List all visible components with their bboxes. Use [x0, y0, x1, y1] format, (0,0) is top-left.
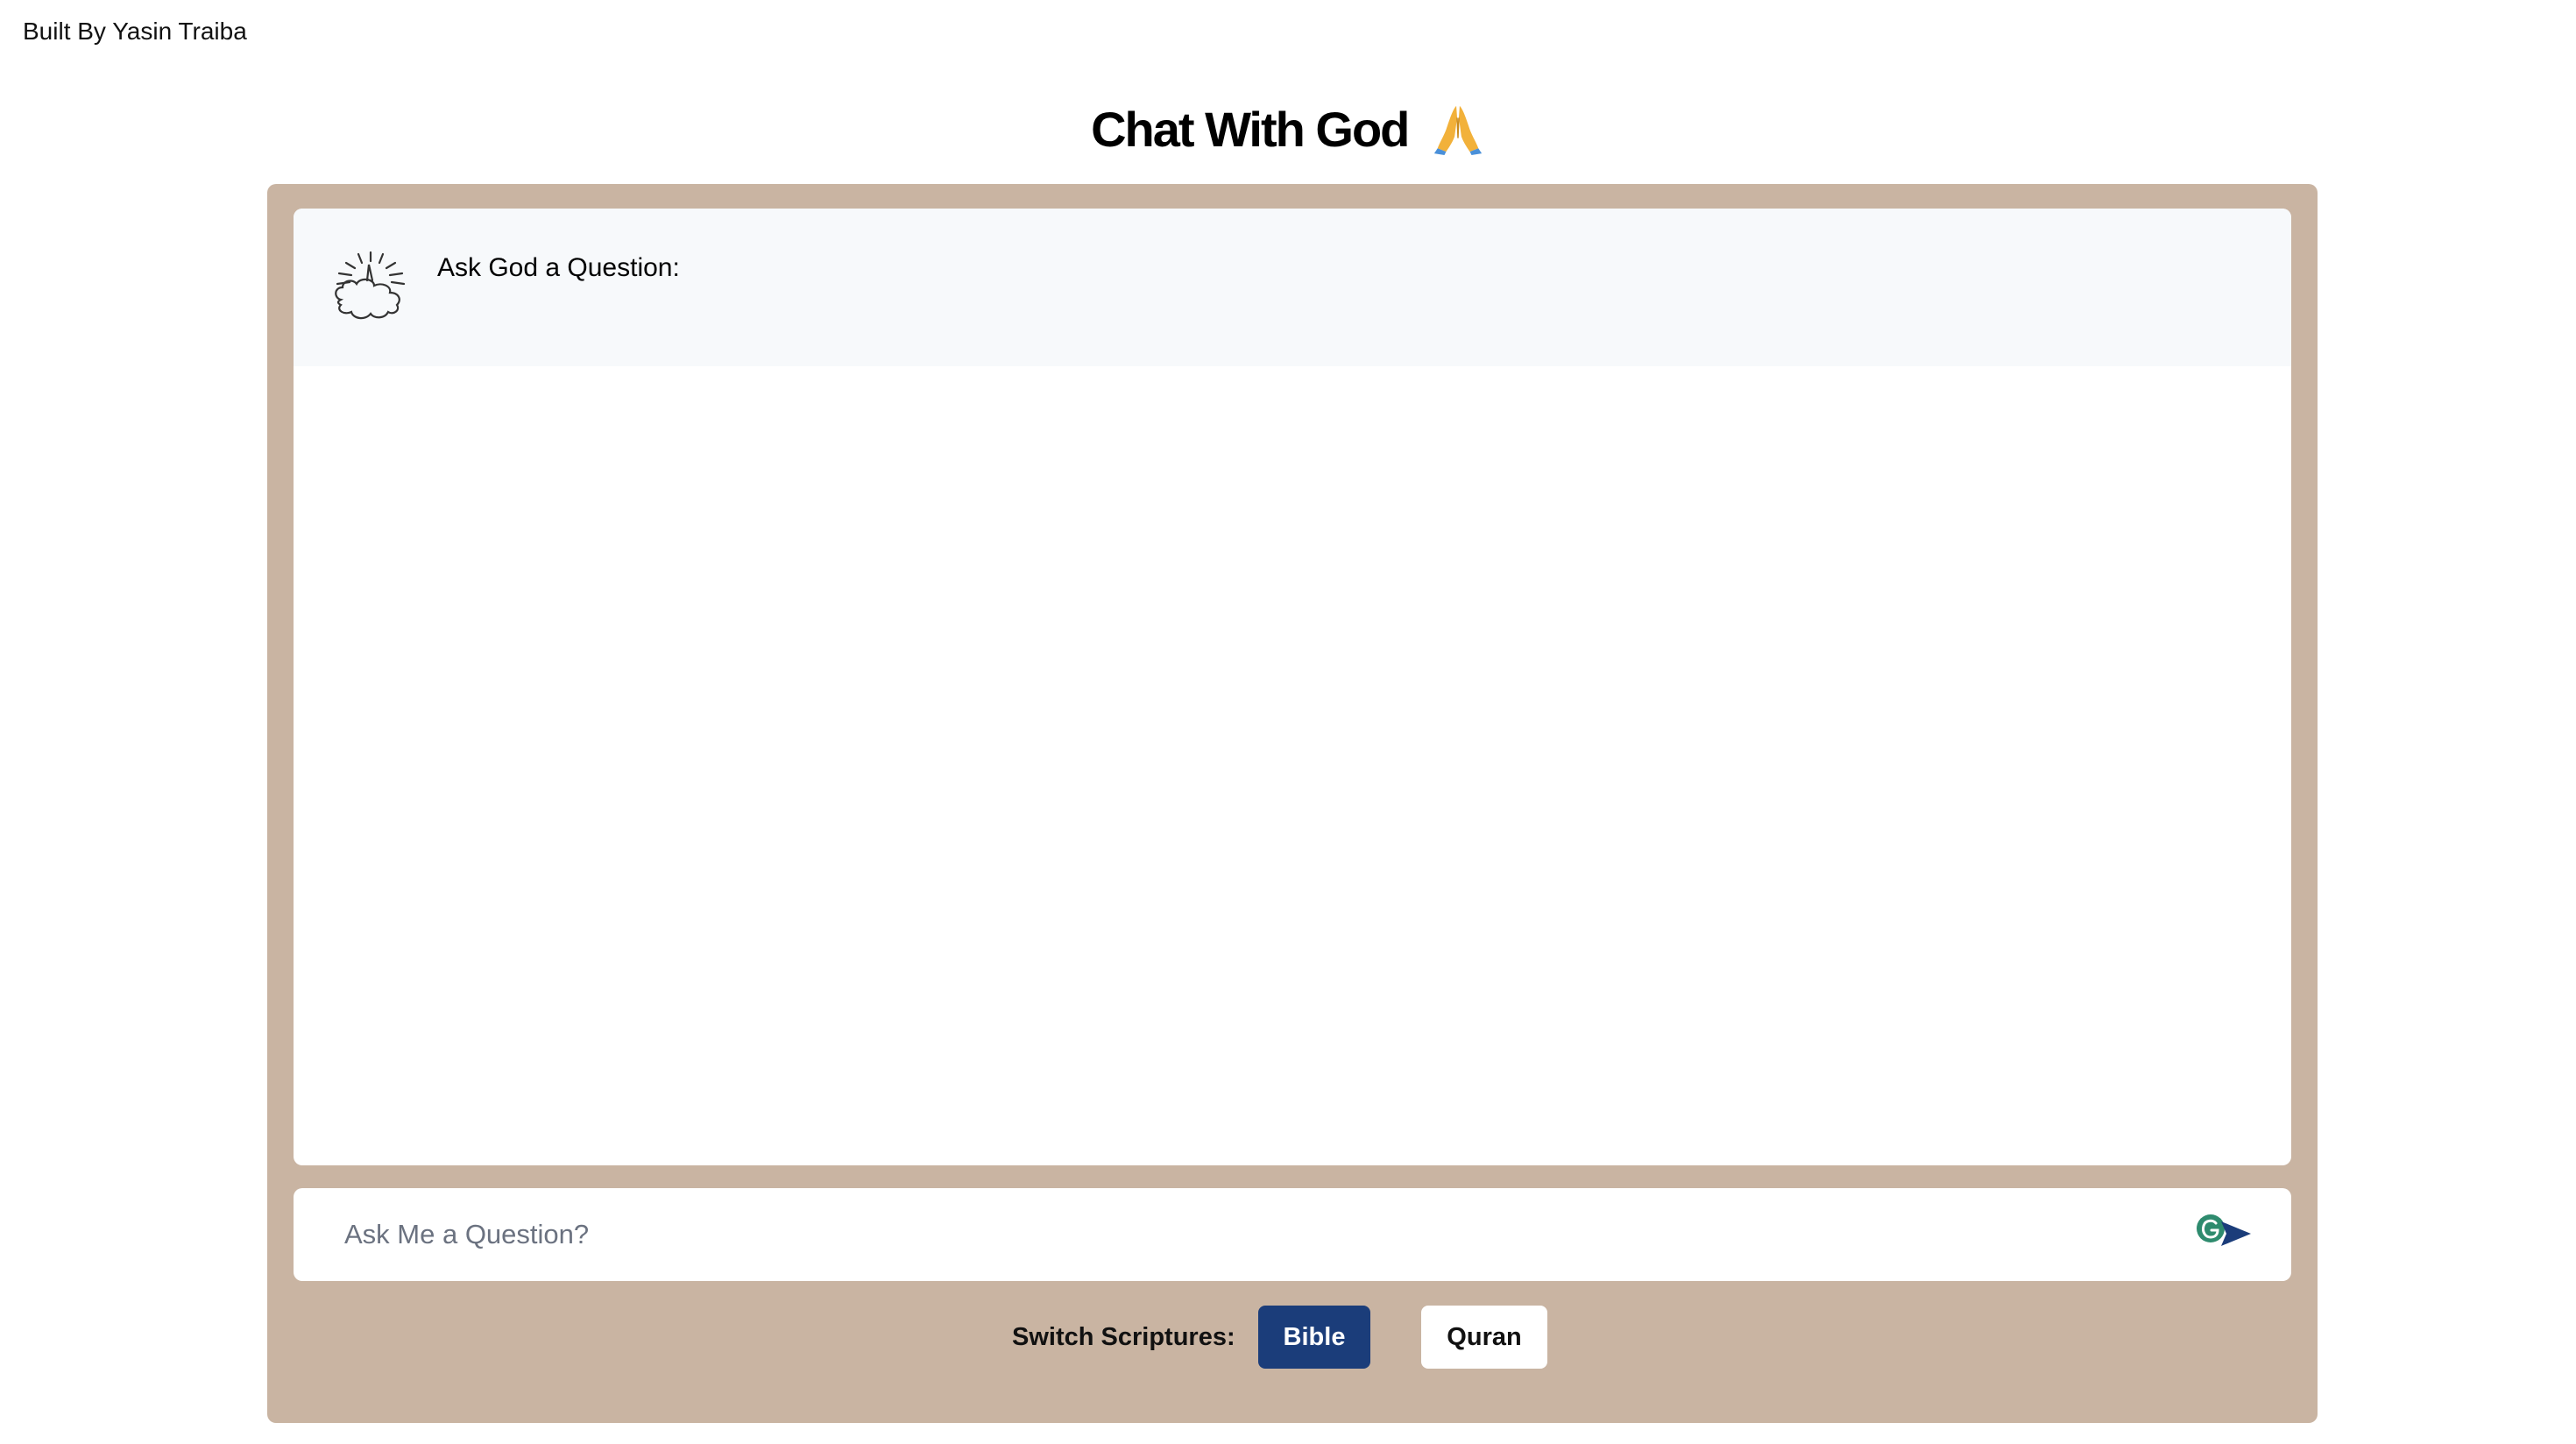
scripture-switcher: Switch Scriptures: Bible Quran: [267, 1306, 2318, 1369]
question-input-container: [294, 1188, 2291, 1281]
quran-button[interactable]: Quran: [1421, 1306, 1547, 1369]
question-input[interactable]: [329, 1188, 2169, 1281]
bible-button[interactable]: Bible: [1258, 1306, 1370, 1369]
chat-messages-area[interactable]: Ask God a Question:: [294, 209, 2291, 1165]
bot-message: Ask God a Question:: [294, 209, 2291, 366]
chat-panel: Ask God a Question: Switch Scriptures: B…: [267, 184, 2318, 1423]
page-title-row: Chat With God: [0, 95, 2576, 165]
page-title: Chat With God: [1091, 102, 1410, 157]
send-arrow-icon[interactable]: [2218, 1216, 2253, 1251]
cloud-light-icon: [335, 251, 406, 320]
switch-scriptures-label: Switch Scriptures:: [1012, 1323, 1235, 1351]
author-credit: Built By Yasin Traiba: [23, 18, 247, 45]
praying-hands-icon: [1433, 106, 1483, 156]
message-text: Ask God a Question:: [437, 253, 680, 282]
